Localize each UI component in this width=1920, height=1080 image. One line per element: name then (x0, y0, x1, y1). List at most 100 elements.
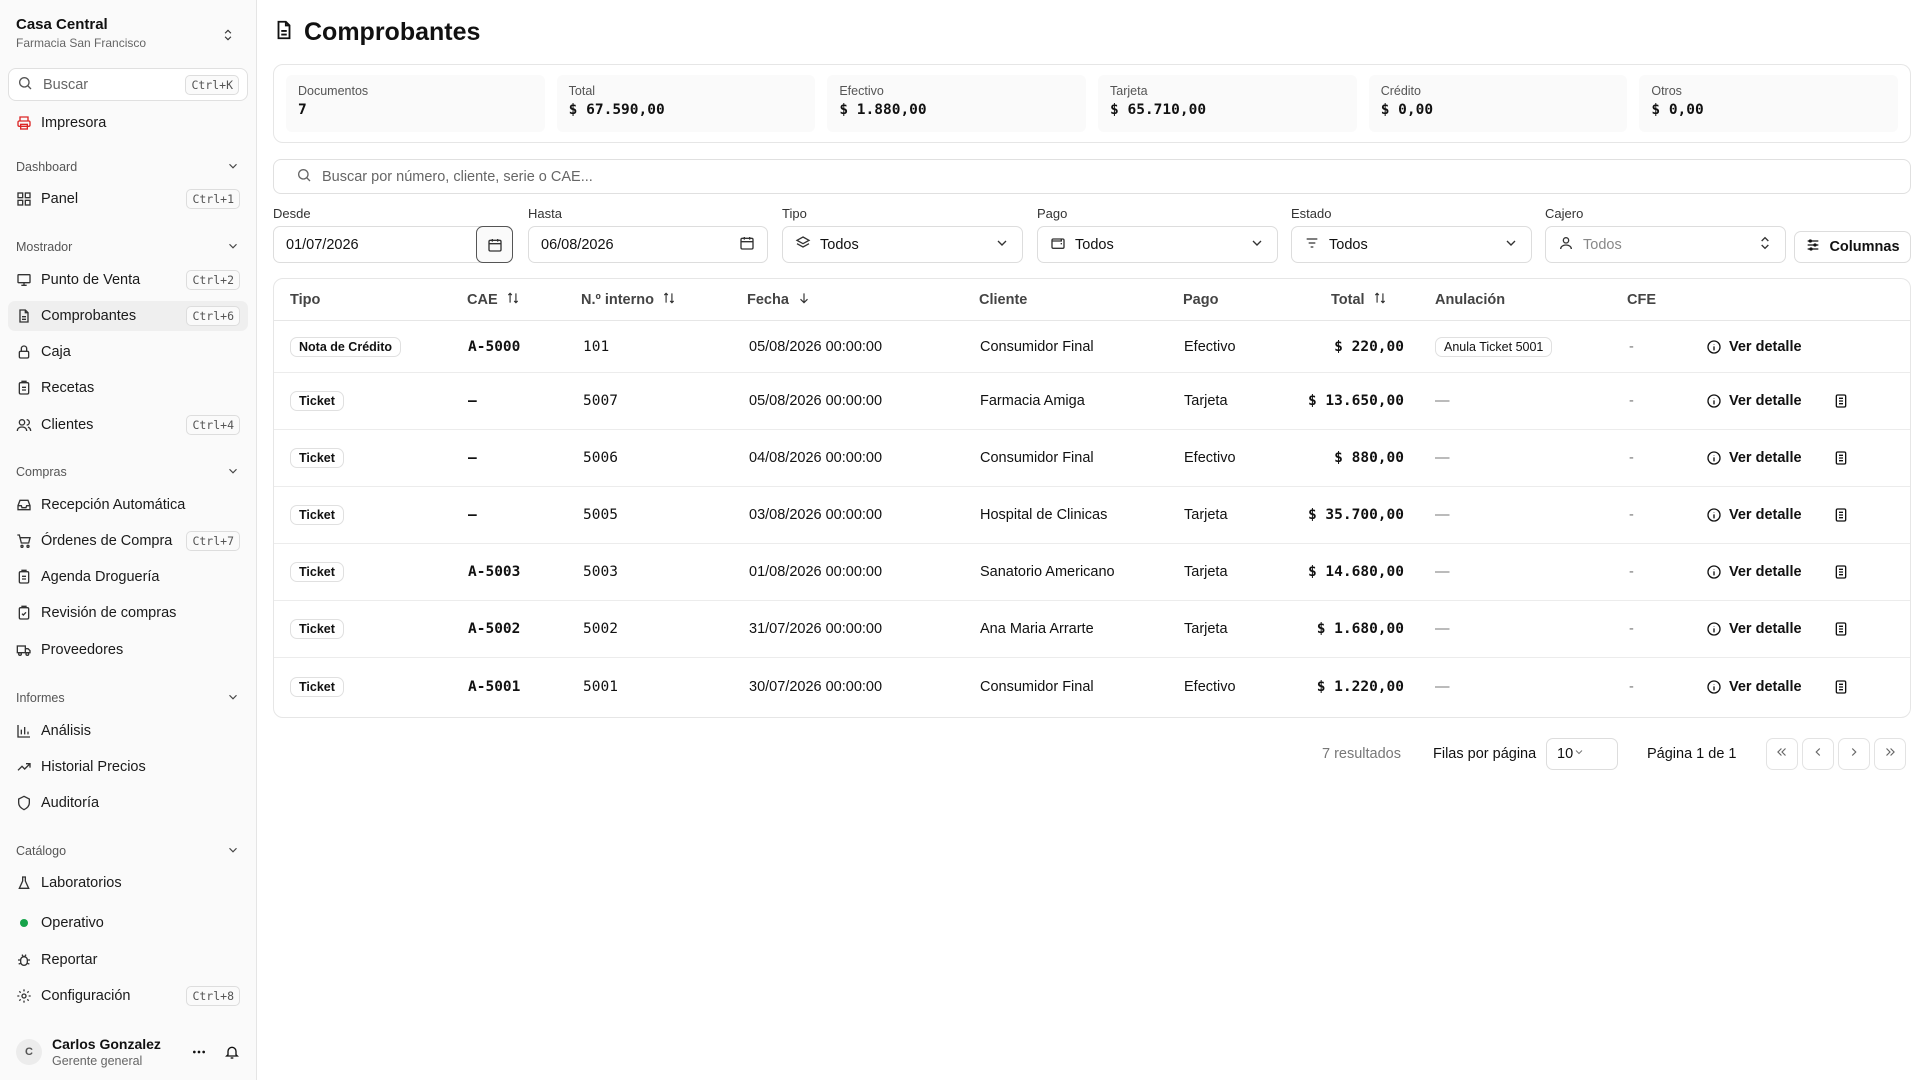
sidebar-item-proveedores[interactable]: Proveedores (8, 635, 248, 665)
sidebar-item-reportar[interactable]: Reportar (8, 945, 248, 975)
col-cfe[interactable]: CFE (1627, 279, 1656, 321)
sidebar-item-auditoria[interactable]: Auditoría (8, 788, 248, 818)
col-label: CAE (467, 292, 498, 308)
clipboard-icon (16, 380, 32, 396)
next-page-button[interactable] (1838, 738, 1870, 770)
sidebar-item-comprobantes[interactable]: Comprobantes Ctrl+6 (8, 301, 248, 331)
col-anulacion[interactable]: Anulación (1435, 279, 1505, 321)
calendar-icon[interactable] (739, 235, 755, 255)
user-menu[interactable]: C Carlos Gonzalez Gerente general (8, 1030, 248, 1074)
sidebar-item-agenda[interactable]: Agenda Droguería (8, 562, 248, 592)
user-role: Gerente general (52, 1054, 143, 1068)
sidebar-item-recetas[interactable]: Recetas (8, 373, 248, 403)
more-horizontal-icon[interactable] (190, 1044, 210, 1060)
total-value: $ 1.220,00 (1316, 678, 1404, 695)
section-dashboard[interactable]: Dashboard (16, 157, 240, 177)
fecha-value: 05/08/2026 00:00:00 (749, 393, 883, 409)
sidebar-item-analisis[interactable]: Análisis (8, 716, 248, 746)
ver-detalle-button[interactable]: Ver detalle (1706, 679, 1802, 695)
sidebar-item-printer[interactable]: Impresora (8, 108, 248, 138)
section-compras[interactable]: Compras (16, 462, 240, 482)
table-row[interactable]: Nota de Crédito A-5000 101 05/08/2026 00:00… (274, 321, 1910, 373)
interno-value: 101 (583, 338, 610, 355)
cajero-select[interactable]: Todos (1545, 226, 1786, 263)
pago-select[interactable]: Todos (1037, 226, 1278, 263)
stat-value: 7 (298, 102, 307, 118)
col-fecha[interactable]: Fecha (747, 279, 811, 321)
table-row[interactable]: Ticket A-5002 5002 31/07/2026 00:00:00 Ana M… (274, 601, 1910, 658)
table-row[interactable]: Ticket — 5006 04/08/2026 00:00:00 Consumidor… (274, 430, 1910, 487)
shortcut-badge: Ctrl+7 (186, 531, 240, 551)
col-total[interactable]: Total (1331, 279, 1387, 321)
pago-value: Efectivo (1184, 450, 1236, 466)
ver-detalle-button[interactable]: Ver detalle (1706, 564, 1802, 580)
documents-table: Tipo CAE N.º interno Fecha Cliente Pago … (273, 278, 1911, 718)
document-icon[interactable] (1833, 658, 1849, 715)
table-row[interactable]: Ticket A-5001 5001 30/07/2026 00:00:00 Consu… (274, 658, 1910, 715)
sidebar-item-revision[interactable]: Revisión de compras (8, 598, 248, 628)
sidebar-item-panel[interactable]: Panel Ctrl+1 (8, 184, 248, 214)
ver-detalle-label: Ver detalle (1729, 393, 1802, 409)
anulacion-badge: Anula Ticket 5001 (1435, 336, 1553, 357)
tipo-select[interactable]: Todos (782, 226, 1023, 263)
section-mostrador[interactable]: Mostrador (16, 237, 240, 257)
table-row[interactable]: Ticket — 5005 03/08/2026 00:00:00 Hospital d… (274, 487, 1910, 544)
ver-detalle-button[interactable]: Ver detalle (1706, 507, 1802, 523)
rows-per-page-select[interactable]: 10 (1546, 738, 1618, 770)
date-to-input[interactable]: 06/08/2026 (528, 226, 768, 263)
prev-page-button[interactable] (1802, 738, 1834, 770)
estado-select[interactable]: Todos (1291, 226, 1532, 263)
table-row[interactable]: Ticket A-5003 5003 01/08/2026 00:00:00 Sanat… (274, 544, 1910, 601)
tipo-badge: Ticket (290, 505, 344, 525)
ver-detalle-button[interactable]: Ver detalle (1706, 339, 1802, 355)
first-page-button[interactable] (1766, 738, 1798, 770)
columns-button[interactable]: Columnas (1794, 231, 1911, 263)
wallet-icon (1050, 235, 1066, 255)
sidebar-item-laboratorios[interactable]: Laboratorios (8, 868, 248, 898)
sidebar-search[interactable]: Buscar Ctrl+K (8, 68, 248, 101)
document-icon[interactable] (1833, 544, 1849, 600)
document-icon[interactable] (1833, 487, 1849, 543)
sidebar-item-label: Historial Precios (41, 759, 146, 775)
user-name: Carlos Gonzalez (52, 1036, 161, 1052)
branch-switcher[interactable]: Casa Central Farmacia San Francisco (16, 16, 241, 56)
date-from-input[interactable]: 01/07/2026 (273, 226, 513, 263)
table-row[interactable]: Ticket — 5007 05/08/2026 00:00:00 Farmacia A… (274, 373, 1910, 430)
sidebar-item-clientes[interactable]: Clientes Ctrl+4 (8, 410, 248, 440)
search-placeholder: Buscar (43, 76, 89, 93)
ver-detalle-button[interactable]: Ver detalle (1706, 393, 1802, 409)
section-catalogo[interactable]: Catálogo (16, 841, 240, 861)
page-header: Comprobantes (273, 16, 480, 48)
date-from-value: 01/07/2026 (286, 236, 359, 253)
info-icon (1706, 450, 1729, 466)
sidebar-item-ordenes[interactable]: Órdenes de Compra Ctrl+7 (8, 526, 248, 556)
section-informes[interactable]: Informes (16, 688, 240, 708)
search-icon (296, 167, 312, 187)
sidebar-item-caja[interactable]: Caja (8, 337, 248, 367)
sidebar-item-configuracion[interactable]: Configuración Ctrl+8 (8, 981, 248, 1011)
col-cliente[interactable]: Cliente (979, 279, 1027, 321)
ver-detalle-button[interactable]: Ver detalle (1706, 621, 1802, 637)
sidebar-item-historial[interactable]: Historial Precios (8, 752, 248, 782)
ver-detalle-label: Ver detalle (1729, 450, 1802, 466)
cfe-value: - (1629, 338, 1634, 355)
status-operativo[interactable]: Operativo (8, 908, 248, 938)
sidebar-item-pos[interactable]: Punto de Venta Ctrl+2 (8, 265, 248, 295)
sidebar-item-recepcion[interactable]: Recepción Automática (8, 490, 248, 520)
last-page-button[interactable] (1874, 738, 1906, 770)
document-icon[interactable] (1833, 601, 1849, 657)
layers-icon (795, 235, 811, 255)
col-tipo[interactable]: Tipo (290, 279, 320, 321)
document-search-input[interactable]: Buscar por número, cliente, serie o CAE.… (273, 159, 1911, 194)
fecha-value: 01/08/2026 00:00:00 (749, 564, 883, 580)
document-icon[interactable] (1833, 430, 1849, 486)
cliente-value: Hospital de Clinicas (980, 507, 1108, 523)
bell-icon[interactable] (224, 1044, 240, 1060)
ver-detalle-button[interactable]: Ver detalle (1706, 450, 1802, 466)
calendar-icon[interactable] (476, 226, 513, 263)
col-pago[interactable]: Pago (1183, 279, 1218, 321)
col-interno[interactable]: N.º interno (581, 279, 676, 321)
stat-label: Efectivo (839, 84, 884, 98)
document-icon[interactable] (1833, 373, 1849, 429)
col-cae[interactable]: CAE (467, 279, 520, 321)
